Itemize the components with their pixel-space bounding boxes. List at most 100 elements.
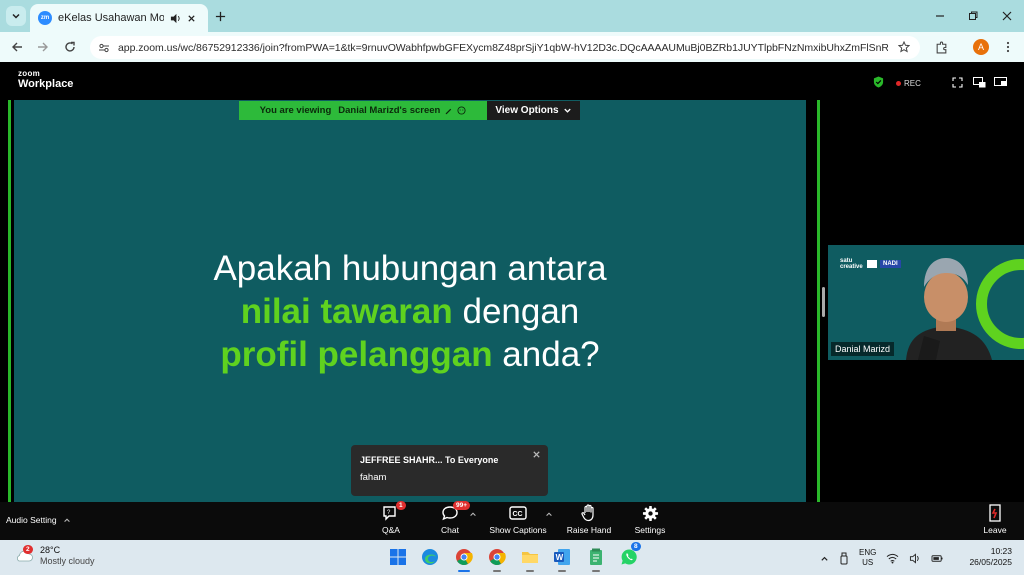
view-layout-icon[interactable] [973,77,986,88]
minimize-button[interactable] [930,6,950,26]
logo-mark [867,260,877,268]
browser-menu-button[interactable] [1000,39,1016,55]
back-button[interactable] [9,39,25,55]
leave-label: Leave [983,525,1007,535]
qa-button[interactable]: ? 1 Q&A [378,501,406,539]
word-icon: W [553,548,571,566]
chevron-up-icon[interactable] [63,516,71,524]
audio-setting-label: Audio Setting [6,515,57,525]
qa-badge: 1 [396,501,406,510]
raise-hand-label: Raise Hand [566,525,612,535]
close-window-button[interactable] [997,6,1017,26]
annotate-icon[interactable] [444,106,453,115]
rec-label: REC [904,79,921,88]
satu-creative-logo: satu creative [840,258,863,270]
slide-highlight-1: nilai tawaran [240,292,453,331]
weather-temp: 28°C [40,545,61,555]
pop-out-icon[interactable] [994,77,1007,88]
logo-workplace-text: Workplace [18,78,74,90]
edge-app[interactable] [418,545,442,569]
chevron-down-icon [563,106,572,115]
chrome-icon [455,548,473,566]
security-shield-icon[interactable] [873,76,884,88]
slide-line-2-rest: dengan [452,292,580,331]
banner-presenter-name: Danial Marizd's screen [338,105,441,116]
close-tab-icon[interactable] [187,14,196,23]
tab-search-button[interactable] [6,6,26,26]
weather-widget[interactable]: 2 28°C Mostly cloudy [14,545,95,567]
puzzle-icon [935,41,948,54]
chrome-app[interactable] [452,545,476,572]
zoom-top-bar: zoom Workplace [0,62,1024,100]
wifi-icon[interactable] [886,553,899,564]
volume-icon[interactable] [909,552,921,564]
remote-control-icon[interactable] [457,106,466,115]
site-settings-icon[interactable] [98,42,110,54]
chat-options-caret-icon[interactable] [469,510,477,518]
word-app[interactable]: W [550,545,574,572]
leave-button[interactable]: Leave [980,503,1010,539]
whatsapp-app[interactable]: 8 [617,542,641,569]
reload-button[interactable] [62,39,78,55]
slide-line-3: profil pelanggan anda? [14,333,806,376]
leave-exit-icon [987,504,1003,522]
view-options-button[interactable]: View Options [487,101,580,120]
participant-person [906,258,992,360]
captions-options-caret-icon[interactable] [545,510,553,518]
clock-time: 10:23 [990,546,1012,556]
browser-toolbar: app.zoom.us/wc/86752912336/join?fromPWA=… [0,32,1024,62]
fullscreen-icon[interactable] [952,77,963,88]
panel-splitter-handle[interactable] [822,287,825,317]
cloud-icon: 2 [14,545,34,564]
speaker-icon[interactable] [170,13,181,24]
browser-tab[interactable]: zm eKelas Usahawan Modul 1 - [30,4,208,32]
language-indicator[interactable]: ENG US [859,548,876,568]
record-dot-icon [896,81,901,86]
forward-button[interactable] [35,39,51,55]
raise-hand-button[interactable]: Raise Hand [565,503,613,539]
chevron-up-icon[interactable] [820,554,829,563]
close-icon[interactable] [532,450,542,460]
address-bar[interactable]: app.zoom.us/wc/86752912336/join?fromPWA=… [90,36,920,59]
file-explorer-app[interactable] [518,545,542,572]
battery-icon[interactable] [931,553,944,564]
svg-text:CC: CC [513,511,523,518]
chevron-down-icon [11,11,21,21]
usb-device-icon[interactable] [839,552,849,565]
edge-browser-icon [421,548,439,566]
start-button[interactable] [386,545,410,569]
chat-notification[interactable]: JEFFREE SHAHR... To Everyone faham [351,445,548,496]
logo-zoom-text: zoom [18,69,41,78]
restore-button[interactable] [963,6,983,26]
chrome-app-2[interactable] [485,545,509,572]
clock-date: 26/05/2025 [969,557,1012,567]
extensions-button[interactable] [933,39,949,55]
participant-video-tile[interactable]: satu creative NADI Danial Marizd [828,245,1024,360]
browser-tab-bar: zm eKelas Usahawan Modul 1 - [0,0,1024,32]
notepad-icon [588,548,604,566]
lang-top: ENG [859,548,877,557]
chat-label: Chat [441,525,459,535]
open-indicator [493,570,501,572]
svg-text:W: W [556,553,564,562]
closed-captions-icon: CC [509,506,527,520]
profile-avatar[interactable]: A [973,39,989,55]
whatsapp-badge: 8 [631,542,641,551]
show-captions-button[interactable]: CC Show Captions [487,503,549,539]
raise-hand-icon [581,504,597,522]
viewing-screen-banner: You are viewing Danial Marizd's screen [239,101,487,120]
settings-button[interactable]: Settings [632,503,668,539]
notepad-app[interactable] [584,545,608,572]
active-indicator [458,570,470,572]
open-indicator [526,570,534,572]
kebab-menu-icon [1002,41,1014,53]
system-clock[interactable]: 10:23 26/05/2025 [962,546,1012,568]
chat-button[interactable]: 99+ Chat [436,501,471,539]
new-tab-button[interactable] [212,8,228,24]
bookmark-star-icon[interactable] [898,41,910,53]
audio-setting-button[interactable]: Audio Setting [6,515,71,525]
zoom-workplace-logo: zoom Workplace [18,70,73,90]
chat-message: faham [360,472,387,483]
presentation-slide: Apakah hubungan antara nilai tawaran den… [14,100,806,502]
qa-label: Q&A [382,525,400,535]
